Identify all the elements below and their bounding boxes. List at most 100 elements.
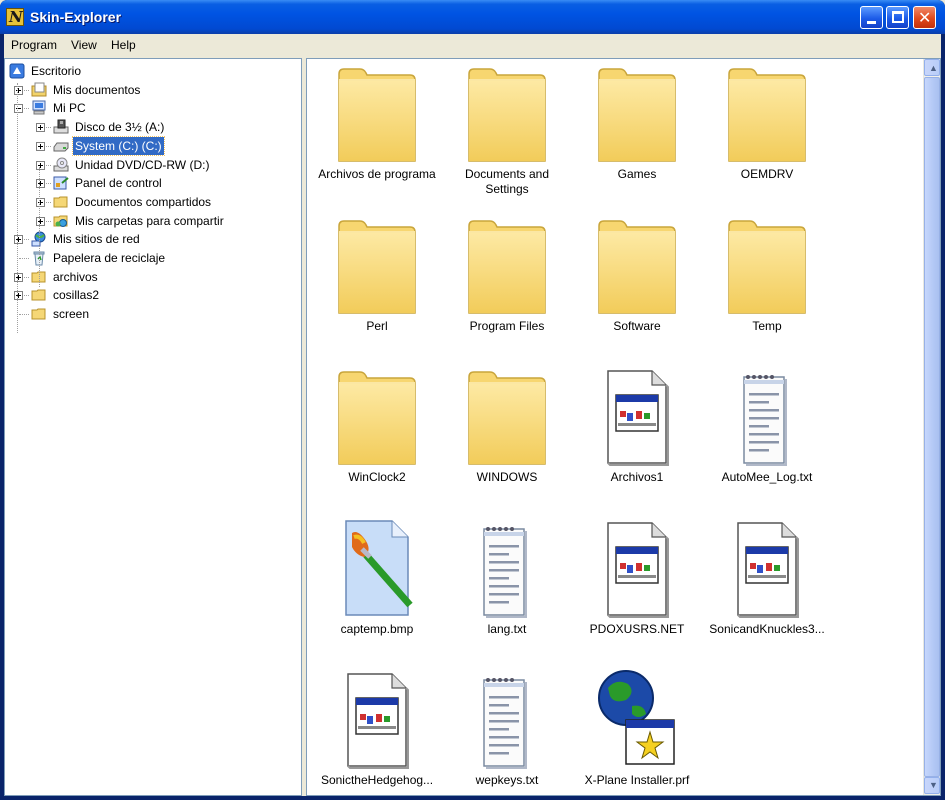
tree-item-archivos[interactable]: archivos: [5, 268, 301, 286]
installer-file-icon: [596, 670, 678, 770]
title-bar[interactable]: N Skin-Explorer ✕: [0, 0, 945, 34]
folder-item[interactable]: WINDOWS: [442, 367, 572, 517]
folder-item[interactable]: Archivos de programa: [312, 64, 442, 214]
chevron-up-icon: ▲: [929, 63, 938, 73]
folder-icon: [336, 64, 418, 164]
minimize-icon: [867, 21, 876, 24]
file-item[interactable]: X-Plane Installer.prf: [572, 670, 702, 795]
tree-item-dvd[interactable]: Unidad DVD/CD-RW (D:): [5, 156, 301, 174]
expand-plus-icon[interactable]: [36, 160, 45, 170]
file-item[interactable]: SonictheHedgehog...: [312, 670, 442, 795]
close-icon: ✕: [918, 8, 932, 27]
file-item[interactable]: PDOXUSRS.NET: [572, 519, 702, 669]
folder-item[interactable]: WinClock2: [312, 367, 442, 517]
expand-plus-icon[interactable]: [36, 141, 45, 151]
menu-view[interactable]: View: [71, 38, 97, 52]
folder-icon: [336, 367, 418, 467]
tree-item-panel-de-control[interactable]: Panel de control: [5, 174, 301, 192]
app-logo-icon[interactable]: N: [6, 8, 24, 26]
text-file-icon: [726, 367, 808, 467]
folder-icon: [31, 306, 47, 322]
tree-item-mis-carpetas[interactable]: Mis carpetas para compartir: [5, 212, 301, 230]
expand-plus-icon[interactable]: [14, 272, 23, 282]
item-name: SonictheHedgehog...: [320, 773, 434, 787]
expand-plus-icon[interactable]: [36, 179, 45, 189]
tree-item-escritorio[interactable]: Escritorio: [5, 62, 301, 80]
tree-item-mis-documentos[interactable]: Mis documentos: [5, 81, 301, 99]
folder-item[interactable]: OEMDRV: [702, 64, 832, 214]
item-name: Games: [617, 167, 657, 181]
folder-icon: [336, 216, 418, 316]
desktop-icon: [9, 63, 25, 79]
expand-plus-icon[interactable]: [14, 85, 23, 95]
folder-tree[interactable]: Escritorio Mis documentos Mi PC Disco de 3½…: [4, 58, 302, 796]
folder-item[interactable]: Program Files: [442, 216, 572, 366]
expand-plus-icon[interactable]: [14, 291, 23, 301]
text-file-icon: [466, 670, 548, 770]
folder-icon: [466, 64, 548, 164]
expand-plus-icon[interactable]: [14, 235, 23, 245]
folder-item[interactable]: Documents and Settings: [442, 64, 572, 214]
tree-item-label: Mis carpetas para compartir: [75, 213, 224, 228]
item-name: wepkeys.txt: [475, 773, 539, 787]
menu-program[interactable]: Program: [11, 38, 57, 52]
bitmap-file-icon: [336, 519, 418, 619]
expand-plus-icon[interactable]: [36, 123, 45, 133]
tree-item-floppy[interactable]: Disco de 3½ (A:): [5, 118, 301, 136]
control-panel-icon: [53, 175, 69, 191]
item-name: PDOXUSRS.NET: [589, 621, 685, 636]
tree-item-label: Unidad DVD/CD-RW (D:): [75, 157, 210, 172]
folder-item[interactable]: Software: [572, 216, 702, 366]
tree-item-system-c[interactable]: System (C:) (C:): [5, 135, 301, 156]
tree-item-label: Mi PC: [53, 101, 86, 116]
item-name: Temp: [752, 318, 782, 333]
tree-item-screen[interactable]: screen: [5, 305, 301, 323]
tree-item-documentos-compartidos[interactable]: Documentos compartidos: [5, 193, 301, 211]
file-item[interactable]: AutoMee_Log.txt: [702, 367, 832, 517]
folder-icon: [53, 194, 69, 210]
item-name: AutoMee_Log.txt: [721, 470, 813, 484]
tree-item-mis-sitios-de-red[interactable]: Mis sitios de red: [5, 230, 301, 248]
text-file-icon: [466, 519, 548, 619]
scroll-up-button[interactable]: ▲: [924, 59, 940, 76]
file-item[interactable]: lang.txt: [442, 519, 572, 669]
expand-plus-icon[interactable]: [36, 197, 45, 207]
tree-item-label: Mis documentos: [53, 82, 141, 97]
collapse-minus-icon[interactable]: [14, 104, 23, 114]
scroll-down-button[interactable]: ▼: [924, 777, 940, 794]
tree-item-label: cosillas2: [53, 288, 100, 303]
my-computer-icon: [31, 100, 47, 116]
scroll-thumb[interactable]: [924, 77, 940, 777]
expand-plus-icon[interactable]: [36, 216, 45, 226]
folder-item[interactable]: Temp: [702, 216, 832, 366]
tree-connector: [19, 314, 29, 316]
file-item[interactable]: SonicandKnuckles3...: [702, 519, 832, 669]
maximize-icon: [892, 11, 904, 23]
tree-item-mi-pc[interactable]: Mi PC: [5, 99, 301, 117]
tree-item-label: Mis sitios de red: [53, 232, 140, 247]
maximize-button[interactable]: [886, 6, 909, 29]
folder-item[interactable]: Perl: [312, 216, 442, 366]
tree-item-label: Panel de control: [75, 176, 162, 191]
app-file-icon: [726, 519, 808, 619]
item-name: WinClock2: [348, 470, 406, 484]
floppy-drive-icon: [53, 119, 69, 135]
vertical-scrollbar[interactable]: ▲ ▼: [923, 59, 940, 795]
folder-icon: [726, 216, 808, 316]
file-item[interactable]: wepkeys.txt: [442, 670, 572, 795]
tree-item-papelera[interactable]: Papelera de reciclaje: [5, 249, 301, 267]
file-list[interactable]: ▲ ▼ Archivos de programa Documents and Se…: [306, 58, 941, 796]
close-button[interactable]: ✕: [913, 6, 936, 29]
minimize-button[interactable]: [860, 6, 883, 29]
tree-item-label: System (C:) (C:): [72, 135, 165, 156]
window-title: Skin-Explorer: [30, 9, 122, 25]
item-name: Program Files: [469, 318, 545, 333]
hard-drive-icon: [53, 138, 69, 154]
file-item[interactable]: captemp.bmp: [312, 519, 442, 669]
tree-guide-line: [39, 167, 40, 287]
tree-item-cosillas2[interactable]: cosillas2: [5, 286, 301, 304]
folder-item[interactable]: Games: [572, 64, 702, 214]
menu-help[interactable]: Help: [111, 38, 136, 52]
file-item[interactable]: Archivos1: [572, 367, 702, 517]
chevron-down-icon: ▼: [929, 780, 938, 790]
